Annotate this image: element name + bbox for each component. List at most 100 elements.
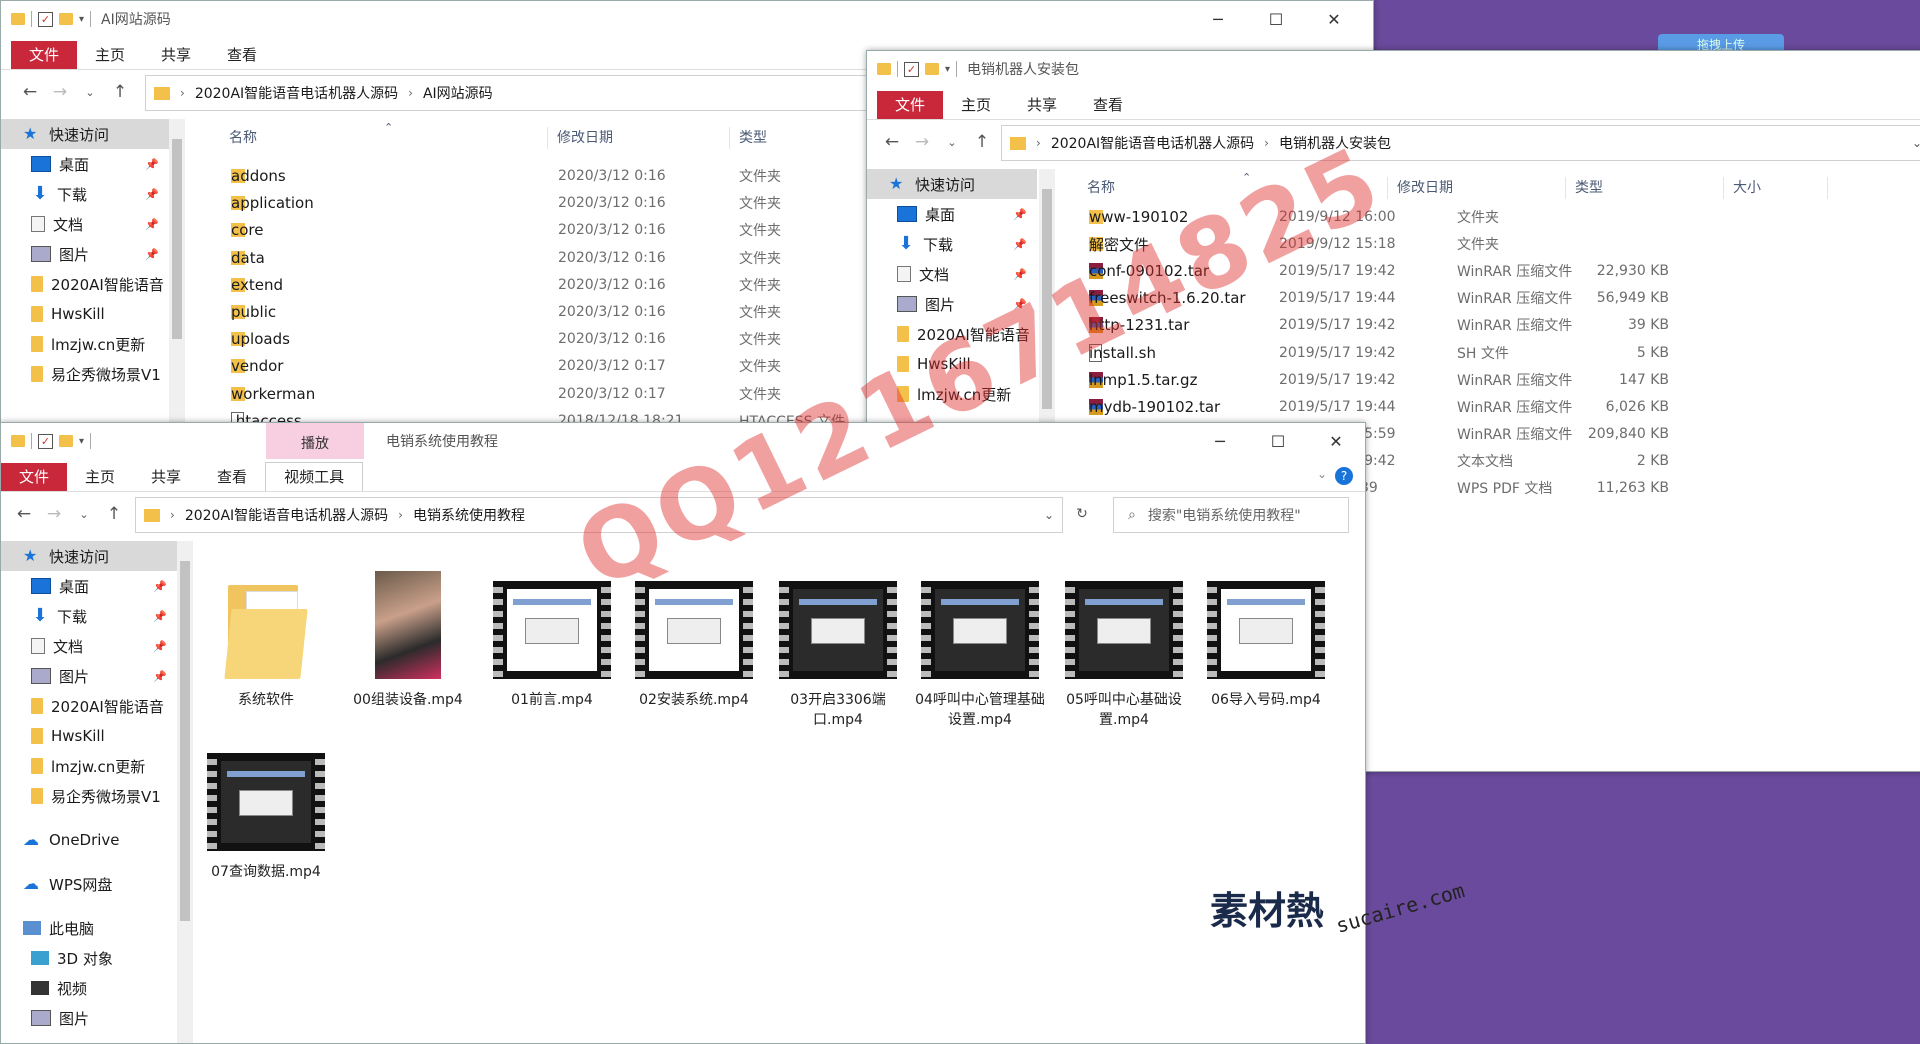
new-folder-icon[interactable] <box>925 63 939 75</box>
column-name[interactable]: 名称 <box>229 127 257 147</box>
file-row[interactable]: core 2020/3/12 0:16 文件夹 <box>231 217 881 243</box>
nav-scrollbar[interactable] <box>169 119 185 441</box>
chevron-down-icon[interactable]: ⌄ <box>1912 136 1920 150</box>
nav-item[interactable]: 图片 📌 <box>1 661 177 691</box>
breadcrumb-item[interactable]: 2020AI智能语音电话机器人源码 <box>185 505 388 525</box>
column-name[interactable]: 名称 <box>1087 177 1115 197</box>
up-icon[interactable]: ↑ <box>105 82 135 102</box>
refresh-icon[interactable]: ↻ <box>1067 497 1097 531</box>
file-tile[interactable]: 系统软件 <box>201 561 331 709</box>
tab-view[interactable]: 查看 <box>1075 91 1141 119</box>
file-tile[interactable]: 07查询数据.mp4 <box>201 733 331 881</box>
minimize-icon[interactable]: ─ <box>1189 1 1247 37</box>
breadcrumb-item[interactable]: AI网站源码 <box>423 83 493 103</box>
nav-item[interactable]: 2020AI智能语音 <box>1 269 169 299</box>
nav-item[interactable]: ⬇ 下载 📌 <box>1 601 177 631</box>
nav-item[interactable]: 图片 <box>1 1003 177 1033</box>
back-icon[interactable]: ← <box>877 132 907 152</box>
tab-file[interactable]: 文件 <box>877 91 944 119</box>
file-tile[interactable]: 04呼叫中心管理基础设置.mp4 <box>915 561 1045 729</box>
nav-item[interactable]: HwsKill <box>1 299 169 329</box>
tab-home[interactable]: 主页 <box>77 41 143 69</box>
breadcrumb-item[interactable]: 2020AI智能语音电话机器人源码 <box>1051 133 1254 153</box>
up-icon[interactable]: ↑ <box>967 132 997 152</box>
nav-item[interactable]: ★ 快速访问 <box>867 169 1037 199</box>
column-size[interactable]: 大小 <box>1733 177 1761 197</box>
file-row[interactable]: addons 2020/3/12 0:16 文件夹 <box>231 163 881 189</box>
nav-item[interactable]: 3D 对象 <box>1 943 177 973</box>
search-input[interactable]: ⌕ 搜索"电销系统使用教程" <box>1113 497 1349 533</box>
minimize-icon[interactable]: ─ <box>1191 423 1249 459</box>
nav-item[interactable]: 文档 📌 <box>1 209 169 239</box>
nav-scrollbar[interactable] <box>177 541 193 1043</box>
nav-item[interactable]: HwsKill <box>1 721 177 751</box>
file-row[interactable]: application 2020/3/12 0:16 文件夹 <box>231 190 881 216</box>
tab-file[interactable]: 文件 <box>1 463 68 491</box>
customize-toolbar-icon[interactable]: ▾ <box>79 436 84 447</box>
properties-icon[interactable]: ✓ <box>38 11 53 27</box>
file-row[interactable]: public 2020/3/12 0:16 文件夹 <box>231 299 881 325</box>
nav-item[interactable]: 易企秀微场景V1 <box>1 359 169 389</box>
nav-item[interactable]: ★ 快速访问 <box>1 541 177 571</box>
nav-item[interactable]: 桌面 📌 <box>1 571 177 601</box>
new-folder-icon[interactable] <box>59 13 73 25</box>
breadcrumb[interactable]: › 2020AI智能语音电话机器人源码 › AI网站源码 <box>145 75 875 111</box>
column-type[interactable]: 类型 <box>739 127 767 147</box>
nav-item[interactable]: ⬇ 下载 📌 <box>867 229 1037 259</box>
nav-item[interactable]: 视频 <box>1 973 177 1003</box>
nav-item[interactable]: 桌面 📌 <box>867 199 1037 229</box>
file-row[interactable]: lnmp1.5.tar.gz 2019/5/17 19:42 WinRAR 压缩文件… <box>1089 367 1909 393</box>
nav-item[interactable]: 2020AI智能语音 <box>1 691 177 721</box>
nav-item[interactable]: ☁ WPS网盘 <box>1 869 177 899</box>
breadcrumb[interactable]: › 2020AI智能语音电话机器人源码 › 电销机器人安装包 ⌄ <box>1001 125 1920 161</box>
nav-item[interactable]: lmzjw.cn更新 <box>1 329 169 359</box>
expand-ribbon-icon[interactable]: ⌄ <box>1317 467 1327 481</box>
nav-item[interactable]: 文档 📌 <box>1 631 177 661</box>
forward-icon[interactable]: → <box>45 82 75 102</box>
file-tile[interactable]: 05呼叫中心基础设置.mp4 <box>1059 561 1189 729</box>
tab-home[interactable]: 主页 <box>943 91 1009 119</box>
properties-icon[interactable]: ✓ <box>38 433 53 449</box>
file-tile[interactable]: 00组装设备.mp4 <box>343 561 473 709</box>
properties-icon[interactable]: ✓ <box>904 61 919 77</box>
file-row[interactable]: extend 2020/3/12 0:16 文件夹 <box>231 272 881 298</box>
recent-locations-icon[interactable]: ⌄ <box>937 136 967 149</box>
tab-view[interactable]: 查看 <box>209 41 275 69</box>
column-date[interactable]: 修改日期 <box>1397 177 1453 197</box>
recent-locations-icon[interactable]: ⌄ <box>69 508 99 521</box>
tab-video-tools[interactable]: 视频工具 <box>265 462 364 491</box>
up-icon[interactable]: ↑ <box>99 504 129 524</box>
nav-item[interactable]: 图片 📌 <box>1 239 169 269</box>
back-icon[interactable]: ← <box>15 82 45 102</box>
file-row[interactable]: uploads 2020/3/12 0:16 文件夹 <box>231 326 881 352</box>
file-row[interactable]: mydb-190102.tar 2019/5/17 19:44 WinRAR 压缩文… <box>1089 394 1909 420</box>
breadcrumb-item[interactable]: 2020AI智能语音电话机器人源码 <box>195 83 398 103</box>
file-row[interactable]: install.sh 2019/5/17 19:42 SH 文件 5 KB <box>1089 340 1909 366</box>
nav-item[interactable]: 文档 📌 <box>867 259 1037 289</box>
new-folder-icon[interactable] <box>59 435 73 447</box>
file-row[interactable]: vendor 2020/3/12 0:17 文件夹 <box>231 353 881 379</box>
nav-item[interactable]: 桌面 📌 <box>1 149 169 179</box>
close-icon[interactable]: ✕ <box>1305 1 1363 37</box>
tab-file[interactable]: 文件 <box>11 41 78 69</box>
maximize-icon[interactable]: ☐ <box>1247 1 1305 37</box>
column-date[interactable]: 修改日期 <box>557 127 613 147</box>
forward-icon[interactable]: → <box>39 504 69 524</box>
tab-home[interactable]: 主页 <box>67 463 133 491</box>
nav-item[interactable]: ☁ OneDrive <box>1 825 177 855</box>
nav-item[interactable]: ⬇ 下载 📌 <box>1 179 169 209</box>
back-icon[interactable]: ← <box>9 504 39 524</box>
file-tile[interactable]: 03开启3306端口.mp4 <box>773 561 903 729</box>
nav-item[interactable]: ★ 快速访问 <box>1 119 169 149</box>
customize-toolbar-icon[interactable]: ▾ <box>945 64 950 75</box>
chevron-down-icon[interactable]: ⌄ <box>1044 508 1054 522</box>
file-tile[interactable]: 06导入号码.mp4 <box>1201 561 1331 709</box>
nav-item[interactable]: lmzjw.cn更新 <box>1 751 177 781</box>
tab-share[interactable]: 共享 <box>133 463 199 491</box>
tab-view[interactable]: 查看 <box>199 463 265 491</box>
nav-item[interactable]: 易企秀微场景V1 <box>1 781 177 811</box>
tab-share[interactable]: 共享 <box>1009 91 1075 119</box>
help-icon[interactable]: ? <box>1335 467 1353 485</box>
customize-toolbar-icon[interactable]: ▾ <box>79 14 84 25</box>
forward-icon[interactable]: → <box>907 132 937 152</box>
